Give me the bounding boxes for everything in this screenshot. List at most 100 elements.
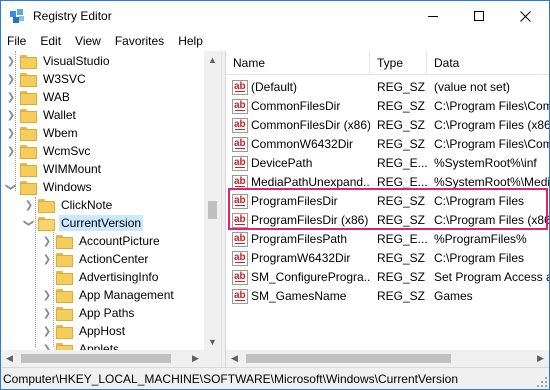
value-row[interactable]: ab SM_GamesName REG_SZ Games — [226, 287, 549, 306]
value-row[interactable]: ab SM_ConfigureProgra... REG_SZ Set Program… — [226, 268, 549, 287]
string-value-icon: ab — [232, 251, 248, 266]
scroll-thumb[interactable] — [246, 354, 451, 363]
minimize-icon — [428, 15, 438, 17]
tree-item-label: AccountPicture — [79, 234, 160, 248]
value-name: ProgramW6432Dir — [251, 251, 351, 265]
tree-item-actioncenter[interactable]: ❯ ActionCenter — [41, 249, 150, 269]
menu-edit[interactable]: Edit — [33, 31, 68, 51]
list-horizontal-scrollbar[interactable]: ◀ ▶ — [226, 350, 549, 367]
menu-favorites[interactable]: Favorites — [108, 31, 171, 51]
value-row[interactable]: ab DevicePath REG_E... %SystemRoot%\inf — [226, 154, 549, 173]
tree-item-apphost[interactable]: ❯ AppHost — [41, 321, 127, 341]
value-row[interactable]: ab CommonFilesDir REG_SZ C:\Program Files\C… — [226, 97, 549, 116]
scroll-up-arrow-icon[interactable]: ▲ — [204, 51, 221, 68]
value-row[interactable]: ab ProgramFilesDir REG_SZ C:\Program Files — [226, 192, 549, 211]
value-row[interactable]: ab MediaPathUnexpand... REG_E... %SystemRoo… — [226, 173, 549, 192]
expand-arrow-icon[interactable]: ❯ — [41, 231, 53, 251]
string-value-icon: ab — [232, 137, 248, 152]
menu-file[interactable]: File — [1, 31, 33, 51]
minimize-button[interactable] — [410, 1, 456, 31]
tree-item-wab[interactable]: ❯ WAB — [5, 87, 72, 107]
tree-item-wbem[interactable]: ❯ Wbem — [5, 123, 80, 143]
scroll-right-arrow-icon[interactable]: ▶ — [187, 350, 204, 367]
expand-arrow-icon[interactable]: ❯ — [5, 51, 17, 71]
menu-view[interactable]: View — [68, 31, 108, 51]
string-value-icon: ab — [232, 232, 248, 247]
value-row[interactable]: ab ProgramFilesDir (x86) REG_SZ C:\Program … — [226, 211, 549, 230]
tree-item-currentversion[interactable]: ❯ CurrentVersion — [23, 213, 144, 233]
tree-item-wcmsvc[interactable]: ❯ WcmSvc — [5, 141, 92, 161]
expand-arrow-icon[interactable]: ❯ — [23, 195, 35, 215]
list-header: Name Type Data — [226, 51, 549, 75]
value-row[interactable]: ab ProgramW6432Dir REG_SZ C:\Program Files — [226, 249, 549, 268]
expand-arrow-icon[interactable]: ❯ — [5, 123, 17, 143]
expand-arrow-icon[interactable]: ❯ — [41, 285, 53, 305]
collapse-arrow-icon[interactable]: ❯ — [19, 217, 39, 229]
value-type: REG_SZ — [377, 289, 426, 303]
tree-item-clicknote[interactable]: ❯ ClickNote — [23, 195, 114, 215]
tree-item-visualstudio[interactable]: ❯ VisualStudio — [5, 51, 112, 71]
column-header-name[interactable]: Name — [226, 51, 370, 75]
tree-item-accountpicture[interactable]: ❯ AccountPicture — [41, 231, 162, 251]
value-name: ProgramFilesDir — [251, 194, 338, 208]
expand-arrow-icon[interactable]: ❯ — [41, 321, 53, 341]
expand-arrow-icon[interactable]: ❯ — [41, 249, 53, 269]
expand-arrow-icon[interactable]: ❯ — [5, 141, 17, 161]
scroll-down-arrow-icon[interactable]: ▼ — [204, 333, 221, 350]
tree-item-label: Wbem — [43, 126, 78, 140]
value-type: REG_SZ — [377, 194, 426, 208]
tree-item-app-management[interactable]: ❯ App Management — [41, 285, 176, 305]
value-row[interactable]: ab CommonW6432Dir REG_SZ C:\Program Files\C… — [226, 135, 549, 154]
tree-item-windows[interactable]: ❯ Windows — [5, 177, 94, 197]
scroll-right-arrow-icon[interactable]: ▶ — [532, 350, 549, 367]
folder-icon — [19, 126, 37, 141]
value-type: REG_E... — [377, 232, 428, 246]
folder-icon — [19, 90, 37, 105]
menu-help[interactable]: Help — [171, 31, 210, 51]
folder-icon — [55, 270, 73, 285]
scroll-left-arrow-icon[interactable]: ◀ — [226, 350, 243, 367]
expand-arrow-icon[interactable]: ❯ — [5, 87, 17, 107]
tree-item-wimmount[interactable]: WIMMount — [5, 159, 103, 179]
folder-icon — [55, 324, 73, 339]
expand-arrow-icon[interactable]: ❯ — [5, 69, 17, 89]
expand-arrow-icon[interactable]: ❯ — [41, 303, 53, 323]
value-name: CommonFilesDir (x86) — [251, 118, 370, 132]
scroll-left-arrow-icon[interactable]: ◀ — [1, 350, 18, 367]
expand-arrow-icon[interactable]: ❯ — [5, 105, 17, 125]
tree-item-wallet[interactable]: ❯ Wallet — [5, 105, 78, 125]
resize-grip-icon[interactable] — [537, 377, 547, 387]
scroll-thumb[interactable] — [208, 201, 217, 219]
collapse-arrow-icon[interactable]: ❯ — [1, 181, 21, 193]
maximize-button[interactable] — [456, 1, 502, 31]
tree-item-w3svc[interactable]: ❯ W3SVC — [5, 69, 88, 89]
value-type: REG_SZ — [377, 99, 426, 113]
scroll-thumb[interactable] — [21, 354, 171, 363]
string-value-icon: ab — [232, 118, 248, 133]
string-value-icon: ab — [232, 194, 248, 209]
string-value-icon: ab — [232, 270, 248, 285]
tree-item-label: VisualStudio — [43, 54, 110, 68]
title-bar[interactable]: Registry Editor — [1, 1, 549, 31]
close-button[interactable] — [502, 1, 548, 31]
key-tree-pane[interactable]: ❯ VisualStudio ❯ W3SVC ❯ WAB ❯ Wallet ❯ … — [1, 51, 221, 367]
value-row[interactable]: ab CommonFilesDir (x86) REG_SZ C:\Program F… — [226, 116, 549, 135]
value-name: CommonW6432Dir — [251, 137, 354, 151]
tree-horizontal-scrollbar[interactable]: ◀ ▶ — [1, 350, 221, 367]
value-type: REG_SZ — [377, 213, 426, 227]
tree-item-app-paths[interactable]: ❯ App Paths — [41, 303, 136, 323]
tree-item-advertisinginfo[interactable]: AdvertisingInfo — [41, 267, 160, 287]
value-row[interactable]: ab ProgramFilesPath REG_E... %ProgramFiles% — [226, 230, 549, 249]
column-header-type[interactable]: Type — [370, 51, 427, 75]
tree-item-label: CurrentVersion — [59, 215, 144, 231]
folder-icon — [19, 180, 37, 195]
tree-vertical-scrollbar[interactable]: ▲ ▼ — [204, 51, 221, 350]
value-type: REG_SZ — [377, 118, 426, 132]
value-name: MediaPathUnexpand... — [251, 175, 370, 189]
values-list-pane[interactable]: Name Type Data ab (Default) REG_SZ (value n… — [226, 51, 549, 367]
open-folder-icon — [37, 216, 55, 231]
value-row[interactable]: ab (Default) REG_SZ (value not set) — [226, 78, 549, 97]
value-type: REG_SZ — [377, 270, 426, 284]
column-header-data[interactable]: Data — [427, 51, 549, 75]
folder-icon — [19, 72, 37, 87]
